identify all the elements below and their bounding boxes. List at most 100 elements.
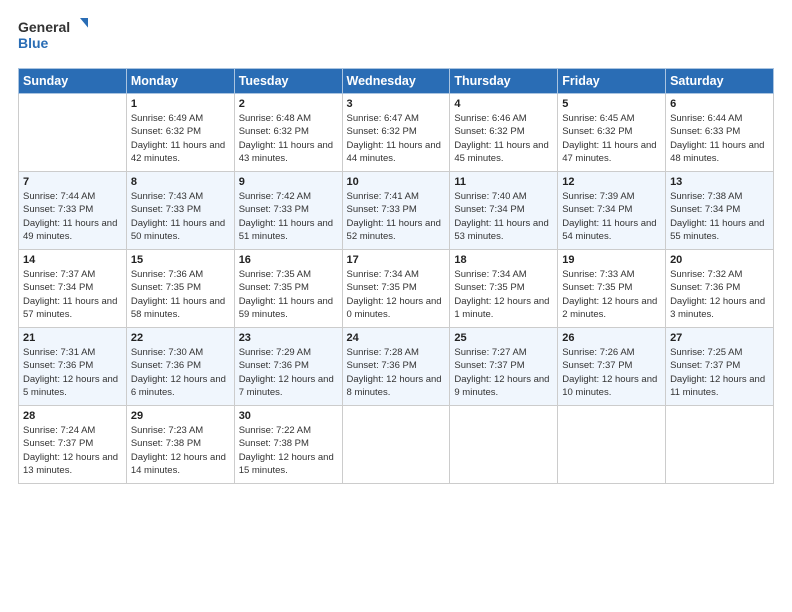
- calendar-cell: 16 Sunrise: 7:35 AMSunset: 7:35 PMDaylig…: [234, 250, 342, 328]
- day-info: Sunrise: 7:25 AMSunset: 7:37 PMDaylight:…: [670, 346, 769, 399]
- day-number: 25: [454, 332, 553, 344]
- calendar-cell: 24 Sunrise: 7:28 AMSunset: 7:36 PMDaylig…: [342, 328, 450, 406]
- calendar-cell: 12 Sunrise: 7:39 AMSunset: 7:34 PMDaylig…: [558, 172, 666, 250]
- day-header-sunday: Sunday: [19, 69, 127, 94]
- svg-text:General: General: [18, 19, 70, 35]
- calendar-cell: 6 Sunrise: 6:44 AMSunset: 6:33 PMDayligh…: [666, 94, 774, 172]
- week-row-1: 1 Sunrise: 6:49 AMSunset: 6:32 PMDayligh…: [19, 94, 774, 172]
- calendar-cell: 29 Sunrise: 7:23 AMSunset: 7:38 PMDaylig…: [126, 406, 234, 484]
- day-number: 21: [23, 332, 122, 344]
- day-header-friday: Friday: [558, 69, 666, 94]
- day-number: 16: [239, 254, 338, 266]
- calendar-cell: 22 Sunrise: 7:30 AMSunset: 7:36 PMDaylig…: [126, 328, 234, 406]
- day-info: Sunrise: 6:46 AMSunset: 6:32 PMDaylight:…: [454, 112, 553, 165]
- day-number: 6: [670, 98, 769, 110]
- day-info: Sunrise: 7:29 AMSunset: 7:36 PMDaylight:…: [239, 346, 338, 399]
- day-number: 23: [239, 332, 338, 344]
- day-number: 29: [131, 410, 230, 422]
- calendar-table: SundayMondayTuesdayWednesdayThursdayFrid…: [18, 68, 774, 484]
- calendar-cell: 13 Sunrise: 7:38 AMSunset: 7:34 PMDaylig…: [666, 172, 774, 250]
- svg-text:Blue: Blue: [18, 35, 49, 51]
- day-number: 19: [562, 254, 661, 266]
- day-info: Sunrise: 7:38 AMSunset: 7:34 PMDaylight:…: [670, 190, 769, 243]
- day-number: 28: [23, 410, 122, 422]
- day-header-monday: Monday: [126, 69, 234, 94]
- calendar-cell: 20 Sunrise: 7:32 AMSunset: 7:36 PMDaylig…: [666, 250, 774, 328]
- day-info: Sunrise: 6:44 AMSunset: 6:33 PMDaylight:…: [670, 112, 769, 165]
- calendar-cell: 10 Sunrise: 7:41 AMSunset: 7:33 PMDaylig…: [342, 172, 450, 250]
- day-number: 27: [670, 332, 769, 344]
- calendar-cell: 26 Sunrise: 7:26 AMSunset: 7:37 PMDaylig…: [558, 328, 666, 406]
- day-info: Sunrise: 7:32 AMSunset: 7:36 PMDaylight:…: [670, 268, 769, 321]
- day-info: Sunrise: 7:23 AMSunset: 7:38 PMDaylight:…: [131, 424, 230, 477]
- day-number: 7: [23, 176, 122, 188]
- calendar-cell: 14 Sunrise: 7:37 AMSunset: 7:34 PMDaylig…: [19, 250, 127, 328]
- calendar-cell: 8 Sunrise: 7:43 AMSunset: 7:33 PMDayligh…: [126, 172, 234, 250]
- calendar-cell: [450, 406, 558, 484]
- day-info: Sunrise: 7:33 AMSunset: 7:35 PMDaylight:…: [562, 268, 661, 321]
- week-row-4: 21 Sunrise: 7:31 AMSunset: 7:36 PMDaylig…: [19, 328, 774, 406]
- day-info: Sunrise: 7:40 AMSunset: 7:34 PMDaylight:…: [454, 190, 553, 243]
- calendar-cell: 5 Sunrise: 6:45 AMSunset: 6:32 PMDayligh…: [558, 94, 666, 172]
- day-number: 15: [131, 254, 230, 266]
- day-number: 10: [347, 176, 446, 188]
- day-number: 26: [562, 332, 661, 344]
- day-header-tuesday: Tuesday: [234, 69, 342, 94]
- day-info: Sunrise: 6:48 AMSunset: 6:32 PMDaylight:…: [239, 112, 338, 165]
- calendar-cell: 23 Sunrise: 7:29 AMSunset: 7:36 PMDaylig…: [234, 328, 342, 406]
- calendar-cell: 21 Sunrise: 7:31 AMSunset: 7:36 PMDaylig…: [19, 328, 127, 406]
- day-info: Sunrise: 7:41 AMSunset: 7:33 PMDaylight:…: [347, 190, 446, 243]
- day-number: 1: [131, 98, 230, 110]
- day-number: 17: [347, 254, 446, 266]
- week-row-2: 7 Sunrise: 7:44 AMSunset: 7:33 PMDayligh…: [19, 172, 774, 250]
- day-info: Sunrise: 7:42 AMSunset: 7:33 PMDaylight:…: [239, 190, 338, 243]
- day-info: Sunrise: 7:24 AMSunset: 7:37 PMDaylight:…: [23, 424, 122, 477]
- calendar-cell: 11 Sunrise: 7:40 AMSunset: 7:34 PMDaylig…: [450, 172, 558, 250]
- day-info: Sunrise: 7:39 AMSunset: 7:34 PMDaylight:…: [562, 190, 661, 243]
- calendar-cell: 4 Sunrise: 6:46 AMSunset: 6:32 PMDayligh…: [450, 94, 558, 172]
- day-info: Sunrise: 6:49 AMSunset: 6:32 PMDaylight:…: [131, 112, 230, 165]
- header: General Blue: [18, 16, 774, 58]
- day-info: Sunrise: 7:22 AMSunset: 7:38 PMDaylight:…: [239, 424, 338, 477]
- day-number: 3: [347, 98, 446, 110]
- calendar-cell: [19, 94, 127, 172]
- day-number: 5: [562, 98, 661, 110]
- calendar-cell: 15 Sunrise: 7:36 AMSunset: 7:35 PMDaylig…: [126, 250, 234, 328]
- page: General Blue SundayMondayTuesdayWednesda…: [0, 0, 792, 612]
- day-number: 8: [131, 176, 230, 188]
- day-header-saturday: Saturday: [666, 69, 774, 94]
- calendar-cell: 28 Sunrise: 7:24 AMSunset: 7:37 PMDaylig…: [19, 406, 127, 484]
- day-number: 22: [131, 332, 230, 344]
- day-number: 13: [670, 176, 769, 188]
- day-info: Sunrise: 7:27 AMSunset: 7:37 PMDaylight:…: [454, 346, 553, 399]
- day-number: 11: [454, 176, 553, 188]
- calendar-cell: [558, 406, 666, 484]
- day-number: 14: [23, 254, 122, 266]
- day-number: 12: [562, 176, 661, 188]
- calendar-cell: [342, 406, 450, 484]
- day-info: Sunrise: 7:34 AMSunset: 7:35 PMDaylight:…: [454, 268, 553, 321]
- day-info: Sunrise: 7:28 AMSunset: 7:36 PMDaylight:…: [347, 346, 446, 399]
- day-info: Sunrise: 7:37 AMSunset: 7:34 PMDaylight:…: [23, 268, 122, 321]
- day-info: Sunrise: 7:44 AMSunset: 7:33 PMDaylight:…: [23, 190, 122, 243]
- day-info: Sunrise: 6:47 AMSunset: 6:32 PMDaylight:…: [347, 112, 446, 165]
- calendar-cell: 7 Sunrise: 7:44 AMSunset: 7:33 PMDayligh…: [19, 172, 127, 250]
- day-number: 9: [239, 176, 338, 188]
- days-header-row: SundayMondayTuesdayWednesdayThursdayFrid…: [19, 69, 774, 94]
- calendar-cell: 2 Sunrise: 6:48 AMSunset: 6:32 PMDayligh…: [234, 94, 342, 172]
- day-number: 18: [454, 254, 553, 266]
- calendar-cell: 18 Sunrise: 7:34 AMSunset: 7:35 PMDaylig…: [450, 250, 558, 328]
- calendar-cell: [666, 406, 774, 484]
- day-info: Sunrise: 7:35 AMSunset: 7:35 PMDaylight:…: [239, 268, 338, 321]
- day-header-thursday: Thursday: [450, 69, 558, 94]
- day-number: 20: [670, 254, 769, 266]
- calendar-cell: 19 Sunrise: 7:33 AMSunset: 7:35 PMDaylig…: [558, 250, 666, 328]
- day-number: 2: [239, 98, 338, 110]
- day-info: Sunrise: 7:36 AMSunset: 7:35 PMDaylight:…: [131, 268, 230, 321]
- calendar-cell: 30 Sunrise: 7:22 AMSunset: 7:38 PMDaylig…: [234, 406, 342, 484]
- day-info: Sunrise: 7:31 AMSunset: 7:36 PMDaylight:…: [23, 346, 122, 399]
- day-header-wednesday: Wednesday: [342, 69, 450, 94]
- day-info: Sunrise: 7:43 AMSunset: 7:33 PMDaylight:…: [131, 190, 230, 243]
- day-info: Sunrise: 7:34 AMSunset: 7:35 PMDaylight:…: [347, 268, 446, 321]
- calendar-cell: 27 Sunrise: 7:25 AMSunset: 7:37 PMDaylig…: [666, 328, 774, 406]
